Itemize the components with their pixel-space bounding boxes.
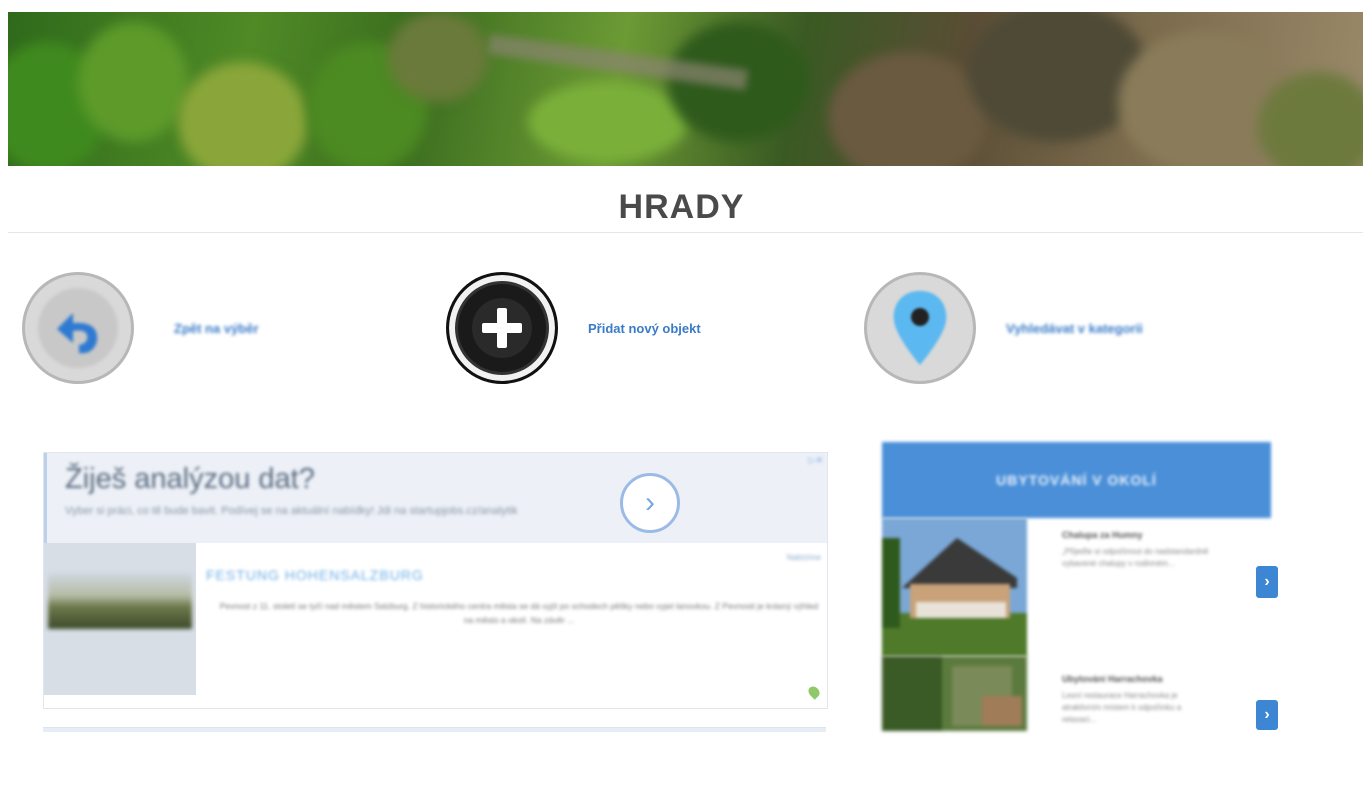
accommodation-item[interactable]: Chalupa za Humny „Přijeďte si odpočinout… [882,518,1278,656]
add-new-object-link[interactable]: Přidat nový objekt [588,321,701,336]
back-to-selection-action[interactable]: Zpět na výběr [22,272,259,384]
accommodation-image[interactable] [882,518,1027,656]
accommodation-item[interactable]: Ubytování Harrachovka Lesní restaurace H… [882,656,1278,794]
hero-banner [8,12,1363,166]
accommodation-name[interactable]: Chalupa za Humny [1062,530,1143,540]
nearby-accommodation: UBYTOVÁNÍ V OKOLÍ Chalupa za Humny „Přij… [882,442,1278,731]
back-to-selection-link[interactable]: Zpět na výběr [174,321,259,336]
ad-card[interactable]: Nabízíme FESTUNG HOHENSALZBURG Pevnost z… [44,543,827,708]
ad-subtext: Vyber si práci, co tě bude bavit. Podíve… [65,505,518,517]
ad-card-thumbnail[interactable] [44,543,196,695]
ad-sponsor-label: Nabízíme [786,553,821,562]
accommodation-open-button[interactable]: › [1256,566,1278,598]
search-in-category-action[interactable]: Vyhledávat v kategorii [864,272,1143,384]
plus-icon[interactable] [446,272,558,384]
back-arrow-icon[interactable] [22,272,134,384]
ad-close-icon[interactable]: ▷✕ [809,455,823,466]
chevron-right-icon: › [645,486,655,519]
accommodation-heading: UBYTOVÁNÍ V OKOLÍ [882,442,1271,518]
search-in-category-link[interactable]: Vyhledávat v kategorii [1006,321,1143,336]
ad-card-title[interactable]: FESTUNG HOHENSALZBURG [206,567,424,583]
next-ad-edge [43,727,826,732]
accommodation-description: Lesní restaurace Harrachovka je atraktiv… [1062,691,1182,724]
accommodation-open-button[interactable]: › [1256,700,1278,730]
map-pin-icon[interactable] [864,272,976,384]
advertisement[interactable]: Žiješ analýzou dat? Vyber si práci, co t… [43,452,828,709]
ad-headline[interactable]: Žiješ analýzou dat? [65,463,315,496]
map-marker-icon [806,684,822,700]
title-divider [8,232,1363,233]
ad-header[interactable]: Žiješ analýzou dat? Vyber si práci, co t… [44,453,827,543]
ad-arrow-button[interactable]: › [620,473,680,533]
accommodation-image[interactable] [882,656,1027,794]
page-title: HRADY [618,188,745,226]
accommodation-name[interactable]: Ubytování Harrachovka [1062,674,1163,684]
add-new-object-action[interactable]: Přidat nový objekt [446,272,701,384]
ad-card-text: Pevnost z 11. století se tyčí nad městem… [219,601,819,625]
accommodation-description: „Přijeďte si odpočinout do nadstandardně… [1062,547,1209,568]
